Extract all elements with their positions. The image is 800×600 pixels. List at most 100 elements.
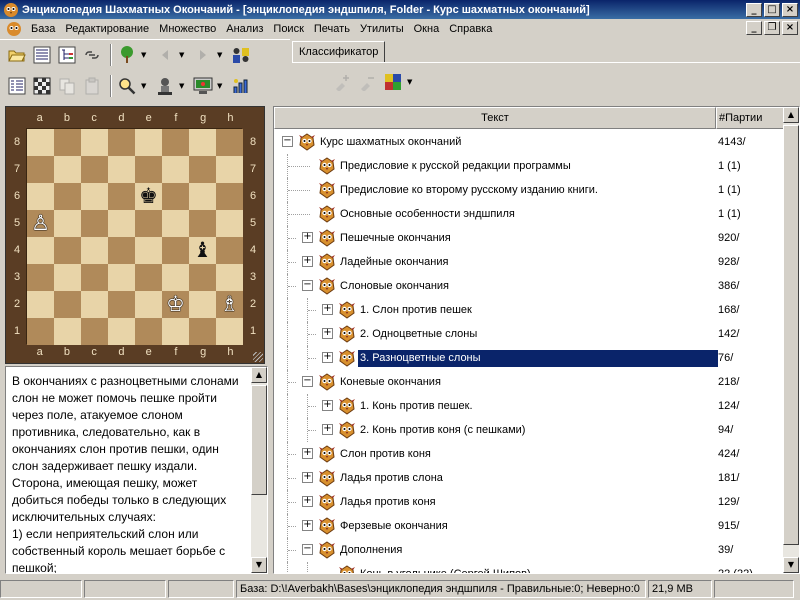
square-g1[interactable] xyxy=(189,318,216,345)
square-e2[interactable] xyxy=(135,291,162,318)
expand-toggle[interactable]: + xyxy=(302,448,313,459)
square-e3[interactable] xyxy=(135,264,162,291)
back-button[interactable] xyxy=(154,44,176,66)
analysis-button[interactable] xyxy=(230,75,252,97)
square-b5[interactable] xyxy=(54,210,81,237)
engine-button[interactable] xyxy=(154,75,176,97)
square-b8[interactable] xyxy=(54,129,81,156)
square-e6[interactable]: ♚ xyxy=(135,183,162,210)
tree-node-label[interactable]: Дополнения xyxy=(338,542,404,559)
square-d6[interactable] xyxy=(108,183,135,210)
piece-e6[interactable]: ♚ xyxy=(139,186,158,207)
tree-node-label[interactable]: Слон против коня xyxy=(338,446,433,463)
tree-node-label[interactable]: 1. Слон против пешек xyxy=(358,302,474,319)
colors-dropdown-arrow[interactable]: ▼ xyxy=(407,78,415,86)
tree-scrollbar[interactable]: ▲ ▼ xyxy=(783,107,799,573)
square-h7[interactable] xyxy=(216,156,243,183)
menu-item-0[interactable]: База xyxy=(26,20,60,38)
square-d3[interactable] xyxy=(108,264,135,291)
minimize-button[interactable]: _ xyxy=(746,2,762,17)
menu-item-8[interactable]: Справка xyxy=(444,20,497,38)
description-scrollbar[interactable]: ▲ ▼ xyxy=(251,367,267,573)
square-c6[interactable] xyxy=(81,183,108,210)
mdi-close-button[interactable]: × xyxy=(782,21,798,35)
search-dropdown-arrow[interactable]: ▼ xyxy=(141,82,149,90)
tree-row[interactable]: + Ладейные окончания 928/ xyxy=(274,250,785,274)
tree-row[interactable]: + Ладья против коня 129/ xyxy=(274,490,785,514)
tree-button[interactable] xyxy=(116,44,138,66)
square-h6[interactable] xyxy=(216,183,243,210)
tree-row[interactable]: + Ферзевые окончания 915/ xyxy=(274,514,785,538)
remove-node-button[interactable] xyxy=(357,71,379,93)
piece-h2[interactable]: ♗ xyxy=(220,294,239,315)
square-f7[interactable] xyxy=(162,156,189,183)
tree-node-label[interactable]: Ладья против коня xyxy=(338,494,438,511)
square-d2[interactable] xyxy=(108,291,135,318)
tree-node-label[interactable]: Пешечные окончания xyxy=(338,230,453,247)
menu-item-5[interactable]: Печать xyxy=(309,20,355,38)
square-b3[interactable] xyxy=(54,264,81,291)
forward-dropdown-arrow[interactable]: ▼ xyxy=(217,51,225,59)
square-g8[interactable] xyxy=(189,129,216,156)
square-c2[interactable] xyxy=(81,291,108,318)
square-g4[interactable]: ♝ xyxy=(189,237,216,264)
tree-node-label[interactable]: Ладейные окончания xyxy=(338,254,450,271)
menu-item-1[interactable]: Редактирование xyxy=(60,20,154,38)
square-c3[interactable] xyxy=(81,264,108,291)
square-e1[interactable] xyxy=(135,318,162,345)
list-view-button[interactable] xyxy=(31,44,53,66)
square-d5[interactable] xyxy=(108,210,135,237)
tree-node-label[interactable]: 2. Конь против коня (с пешками) xyxy=(358,422,527,439)
tree-row[interactable]: Основные особенности эндшпиля 1 (1) xyxy=(274,202,785,226)
square-c8[interactable] xyxy=(81,129,108,156)
collapse-toggle[interactable]: − xyxy=(282,136,293,147)
square-h8[interactable] xyxy=(216,129,243,156)
square-g3[interactable] xyxy=(189,264,216,291)
paste-button[interactable] xyxy=(81,75,103,97)
square-a2[interactable] xyxy=(27,291,54,318)
tree-node-label[interactable]: Коневые окончания xyxy=(338,374,443,391)
menu-item-3[interactable]: Анализ xyxy=(221,20,268,38)
piece-f2[interactable]: ♔ xyxy=(166,294,185,315)
colors-button[interactable] xyxy=(382,71,404,93)
tree-row[interactable]: − Слоновые окончания 386/ xyxy=(274,274,785,298)
scroll-up-button[interactable]: ▲ xyxy=(251,367,267,383)
tree-node-label[interactable]: 3. Разноцветные слоны xyxy=(358,350,718,367)
tree-row[interactable]: +2. Конь против коня (с пешками) 94/ xyxy=(274,418,785,442)
square-a8[interactable] xyxy=(27,129,54,156)
square-f4[interactable] xyxy=(162,237,189,264)
square-h5[interactable] xyxy=(216,210,243,237)
square-g5[interactable] xyxy=(189,210,216,237)
square-a6[interactable] xyxy=(27,183,54,210)
tree-node-label[interactable]: Слоновые окончания xyxy=(338,278,451,295)
square-c7[interactable] xyxy=(81,156,108,183)
square-c4[interactable] xyxy=(81,237,108,264)
square-d8[interactable] xyxy=(108,129,135,156)
expand-toggle[interactable]: + xyxy=(302,496,313,507)
engine-dropdown-arrow[interactable]: ▼ xyxy=(179,82,187,90)
square-f5[interactable] xyxy=(162,210,189,237)
copy-button[interactable] xyxy=(56,75,78,97)
square-e7[interactable] xyxy=(135,156,162,183)
tree-row[interactable]: +1. Конь против пешек. 124/ xyxy=(274,394,785,418)
tree-row[interactable]: + Ладья против слона 181/ xyxy=(274,466,785,490)
tree-node-label[interactable]: Конь в угольнике (Сергей Шипов) xyxy=(358,566,533,573)
column-header-games[interactable]: #Партии xyxy=(716,107,785,129)
square-d7[interactable] xyxy=(108,156,135,183)
scroll-down-button[interactable]: ▼ xyxy=(251,557,267,573)
square-e5[interactable] xyxy=(135,210,162,237)
tree-node-label[interactable]: 1. Конь против пешек. xyxy=(358,398,475,415)
square-d1[interactable] xyxy=(108,318,135,345)
square-c1[interactable] xyxy=(81,318,108,345)
tab-classifier[interactable]: Классификатор xyxy=(292,41,386,63)
square-b7[interactable] xyxy=(54,156,81,183)
notation-button[interactable] xyxy=(6,75,28,97)
expand-toggle[interactable]: + xyxy=(322,424,333,435)
square-a4[interactable] xyxy=(27,237,54,264)
tree-scroll-down-button[interactable]: ▼ xyxy=(783,557,799,573)
square-e8[interactable] xyxy=(135,129,162,156)
tree-row[interactable]: +3. Разноцветные слоны 76/ xyxy=(274,346,785,370)
square-b6[interactable] xyxy=(54,183,81,210)
expand-toggle[interactable]: + xyxy=(322,352,333,363)
back-dropdown-arrow[interactable]: ▼ xyxy=(179,51,187,59)
